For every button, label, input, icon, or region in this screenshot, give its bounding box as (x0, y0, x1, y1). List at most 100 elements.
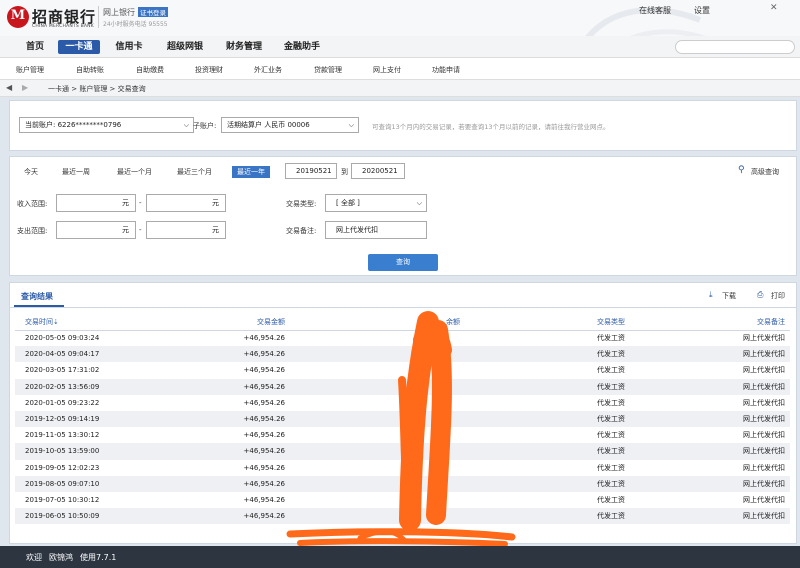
range-today[interactable]: 今天 (24, 167, 38, 177)
cell-time: 2019-10-05 13:59:00 (15, 443, 175, 460)
start-date-input[interactable]: 20190521 (285, 163, 337, 179)
expense-min-input[interactable]: 元 (56, 221, 136, 239)
tab-credit-card[interactable]: 信用卡 (112, 40, 146, 54)
print-icon[interactable]: ⎙ (757, 290, 763, 300)
cell-time: 2020-03-05 17:31:02 (25, 366, 100, 375)
transaction-note-label: 交易备注: (286, 227, 317, 235)
range-last-year[interactable]: 最近一年 (232, 166, 270, 178)
income-max-unit: 元 (212, 199, 219, 207)
header: 招商银行 CHINA MERCHANTS BANK 网上银行 证书登录 24小时… (0, 0, 800, 60)
service-hotline: 24小时服务电话 95555 (103, 21, 168, 28)
cell-note: 网上代发代扣 (743, 366, 785, 375)
income-range-dash: - (139, 199, 142, 207)
tab-debit-card[interactable]: 一卡通 (58, 40, 100, 54)
advanced-query-link[interactable]: 高级查询 (751, 167, 779, 177)
cell-balance (285, 443, 460, 460)
range-last-week[interactable]: 最近一周 (62, 167, 90, 177)
cell-balance (285, 362, 460, 378)
cell-note: 网上代发代扣 (630, 410, 790, 428)
income-min-input[interactable]: 元 (56, 194, 136, 212)
cell-time: 2020-01-05 09:23:22 (25, 398, 100, 407)
cmb-logo-icon (7, 6, 29, 28)
cell-balance (285, 475, 460, 492)
cell-note: 网上代发代扣 (630, 443, 790, 460)
range-last-month[interactable]: 最近一个月 (117, 167, 152, 177)
cell-balance (285, 395, 460, 411)
cell-amount: +46,954.26 (175, 475, 285, 492)
account-select[interactable]: 当前账户: 6226********0796 ⌵ (19, 117, 194, 133)
current-account-value: 6226********0796 (57, 121, 122, 129)
cell-note: 网上代发代扣 (743, 431, 785, 440)
status-bar: 欢迎 欧锦鸿 使用7.7.1 (0, 546, 800, 568)
table-header-row: 交易时间⇣ 交易金额 余额 交易类型 交易备注 (15, 314, 790, 331)
subnav-investment[interactable]: 投资理财 (195, 65, 223, 75)
cell-time: 2019-12-05 09:14:19 (15, 410, 175, 428)
search-icon[interactable]: ⚲ (738, 165, 745, 175)
subnav-online-pay[interactable]: 网上支付 (373, 65, 401, 75)
cell-balance (285, 378, 460, 395)
tab-home[interactable]: 首页 (20, 40, 50, 54)
subnav-account-management[interactable]: 账户管理 (16, 65, 44, 75)
cell-time: 2020-05-05 09:03:24 (25, 334, 100, 343)
cell-amount: +46,954.26 (243, 431, 286, 440)
cell-type: 代发工资 (597, 495, 625, 504)
expense-max-input[interactable]: 元 (146, 221, 226, 239)
transaction-note-input[interactable]: 网上代发代扣 (325, 221, 427, 239)
subnav-forex[interactable]: 外汇业务 (254, 65, 282, 75)
forward-arrow-icon[interactable]: ▶ (22, 83, 28, 92)
sub-account-select[interactable]: 活期结算户 人民币 00006 ⌵ (221, 117, 359, 133)
table-row: 2019-09-05 12:02:23 +46,954.26 代发工资 网上代发代扣 (15, 460, 790, 476)
cell-balance (285, 410, 460, 428)
query-range-hint: 可查询13个月内的交易记录，若要查询13个月以前的记录，请前往我行营业网点。 (372, 123, 610, 131)
query-button[interactable]: 查询 (368, 254, 438, 271)
breadcrumb: 一卡通 > 账户管理 > 交易查询 (48, 85, 146, 93)
subnav-function-apply[interactable]: 功能申请 (432, 65, 460, 75)
cell-balance (285, 346, 460, 363)
search-input[interactable] (675, 40, 795, 54)
cell-type: 代发工资 (597, 431, 625, 440)
download-icon[interactable]: ⤓ (709, 290, 713, 300)
cell-time: 2019-09-05 12:02:23 (25, 463, 100, 472)
cell-time: 2020-04-05 09:04:17 (15, 346, 175, 363)
table-row: 2019-12-05 09:14:19 +46,954.26 代发工资 网上代发代扣 (15, 410, 790, 428)
tab-wealth-management[interactable]: 财务管理 (223, 40, 265, 54)
settings-link[interactable]: 设置 (694, 5, 710, 16)
cell-time: 2019-08-05 09:07:10 (15, 475, 175, 492)
results-divider (9, 307, 797, 308)
transaction-type-select[interactable]: [ 全部 ] ⌵ (325, 194, 427, 212)
version-text: 使用7.7.1 (80, 553, 117, 562)
close-icon[interactable]: ✕ (770, 3, 778, 13)
column-header-time[interactable]: 交易时间⇣ (15, 314, 175, 331)
cell-amount: +46,954.26 (243, 398, 286, 407)
table-row: 2019-10-05 13:59:00 +46,954.26 代发工资 网上代发代扣 (15, 443, 790, 460)
cell-type: 代发工资 (597, 334, 625, 343)
cell-balance (285, 492, 460, 508)
cell-note: 网上代发代扣 (630, 346, 790, 363)
cell-amount: +46,954.26 (175, 378, 285, 395)
cell-amount: +46,954.26 (175, 346, 285, 363)
column-header-note: 交易备注 (630, 314, 790, 331)
back-arrow-icon[interactable]: ◀ (6, 83, 12, 92)
online-service-link[interactable]: 在线客服 (639, 5, 671, 16)
sub-account-label: 子账户: (193, 122, 217, 130)
income-max-input[interactable]: 元 (146, 194, 226, 212)
welcome-text: 欢迎 (26, 553, 42, 562)
print-link[interactable]: 打印 (771, 291, 785, 301)
tab-finance-assistant[interactable]: 金融助手 (281, 40, 323, 54)
table-row: 2019-06-05 10:50:09 +46,954.26 代发工资 网上代发代扣 (15, 508, 790, 525)
bank-english-name: CHINA MERCHANTS BANK (32, 24, 94, 29)
cell-type: 代发工资 (597, 366, 625, 375)
cell-time: 2019-07-05 10:30:12 (25, 495, 100, 504)
cell-type: 代发工资 (460, 443, 630, 460)
end-date-input[interactable]: 20200521 (351, 163, 405, 179)
cell-type: 代发工资 (460, 346, 630, 363)
expense-range-label: 支出范围: (17, 227, 48, 235)
subnav-transfer[interactable]: 自助转账 (76, 65, 104, 75)
cell-type: 代发工资 (460, 378, 630, 395)
tab-super-netbank[interactable]: 超级网银 (164, 40, 206, 54)
subnav-loans[interactable]: 贷款管理 (314, 65, 342, 75)
subnav-payment[interactable]: 自助缴费 (136, 65, 164, 75)
download-link[interactable]: 下载 (722, 291, 736, 301)
sort-arrow-icon[interactable]: ⇣ (53, 318, 59, 326)
range-last-three-months[interactable]: 最近三个月 (177, 167, 212, 177)
